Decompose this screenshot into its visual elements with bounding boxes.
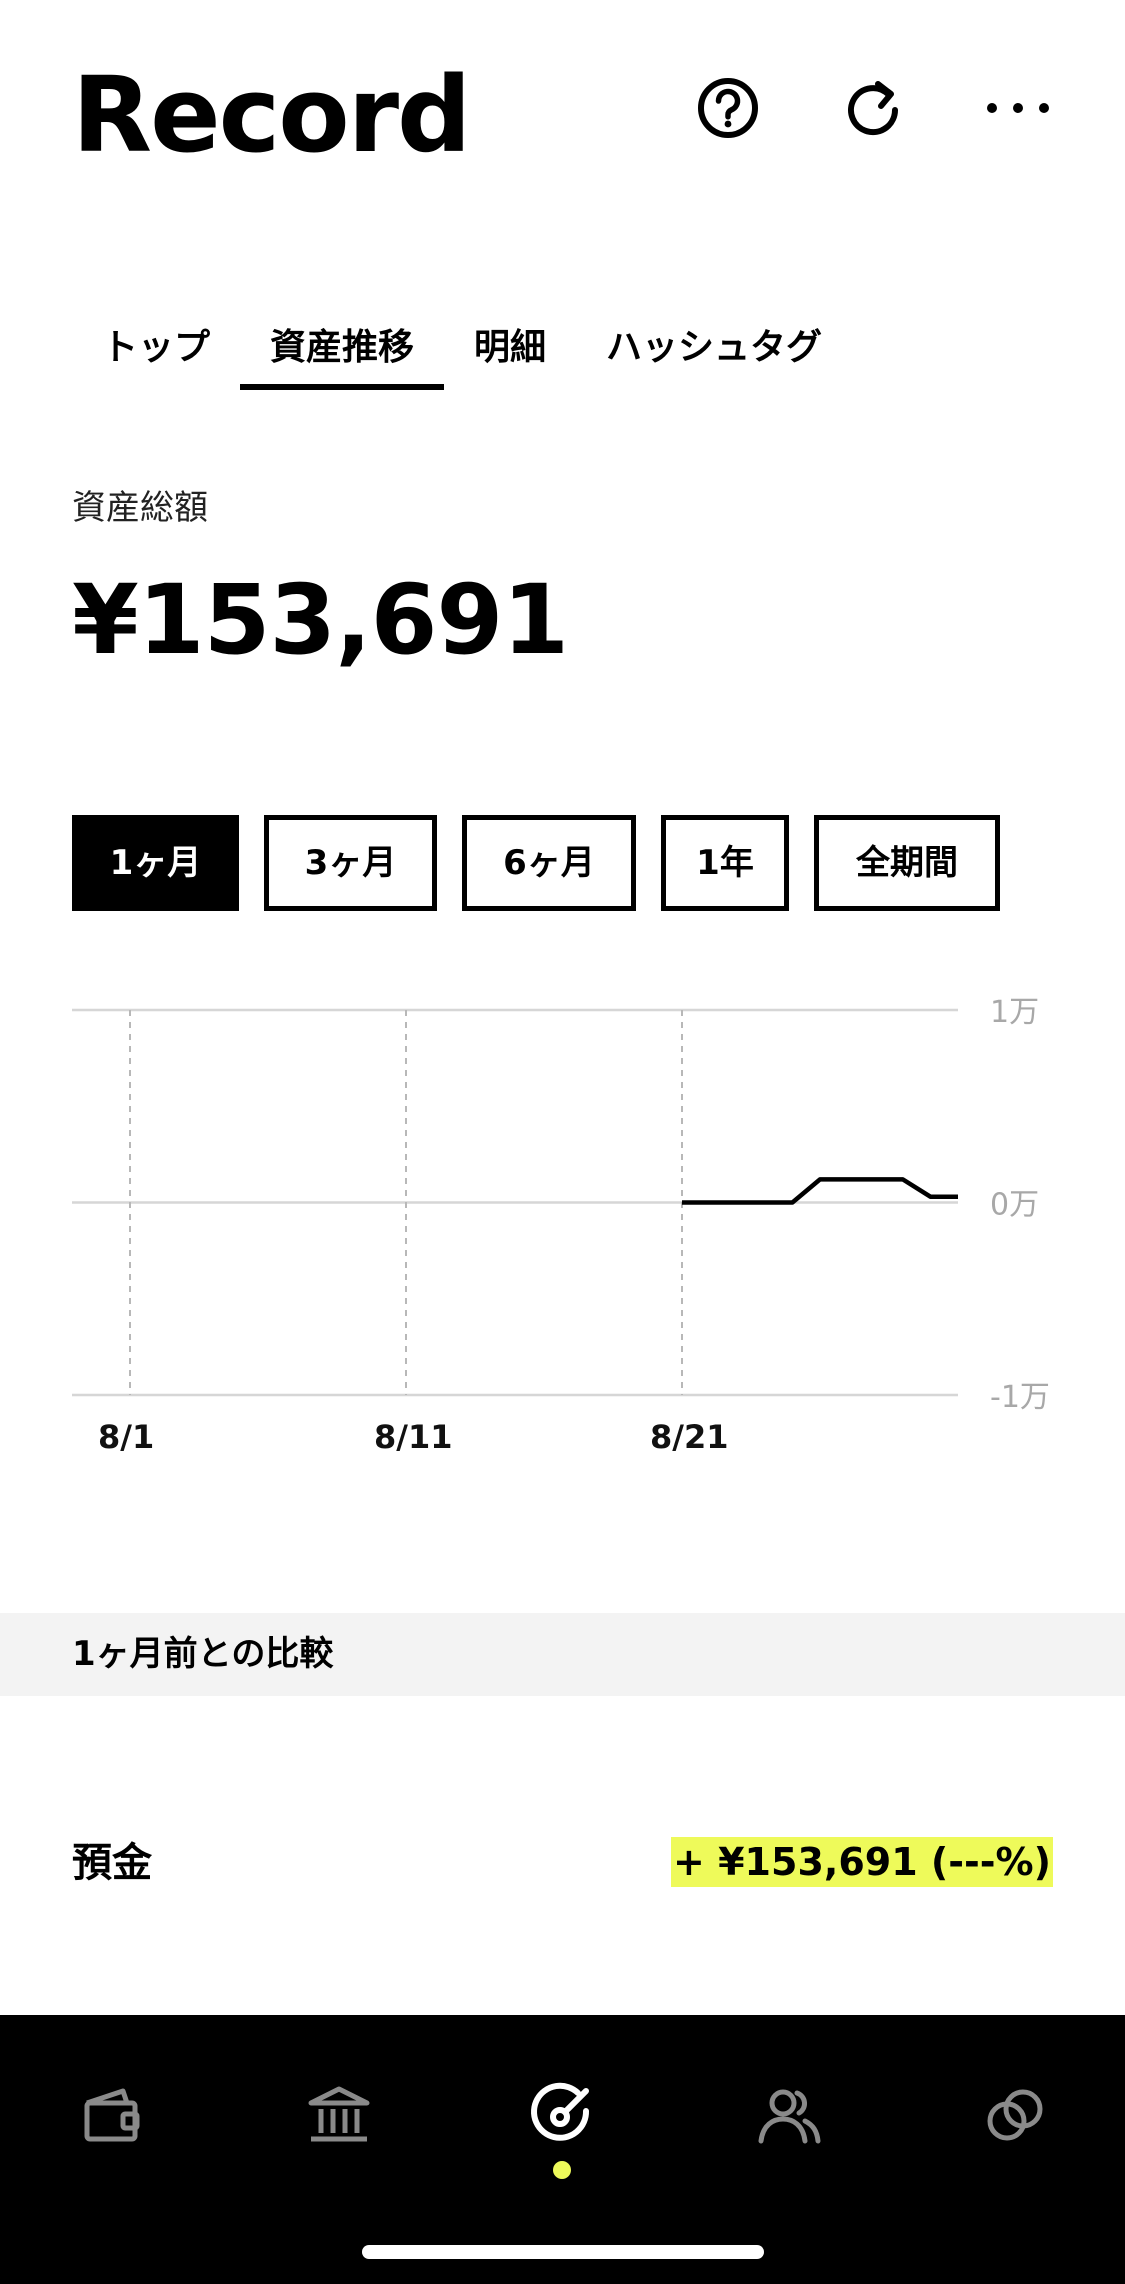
page-title: Record bbox=[72, 54, 471, 176]
y-tick-label: -1万 bbox=[990, 1380, 1050, 1415]
active-indicator-dot bbox=[553, 2161, 571, 2179]
x-tick-label: 8/1 bbox=[98, 1418, 154, 1456]
period-3month-button[interactable]: 3ヶ月 bbox=[264, 815, 437, 911]
tab-asset-history[interactable]: 資産推移 bbox=[240, 300, 445, 396]
home-indicator[interactable] bbox=[362, 2245, 764, 2259]
refresh-button[interactable] bbox=[837, 72, 909, 144]
nav-bank[interactable] bbox=[299, 2075, 379, 2155]
period-1month-button[interactable]: 1ヶ月 bbox=[72, 815, 239, 911]
total-assets-label: 資産総額 bbox=[72, 488, 208, 528]
comparison-title: 1ヶ月前との比較 bbox=[72, 1634, 334, 1674]
bottom-nav bbox=[0, 2015, 1125, 2284]
comparison-header: 1ヶ月前との比較 bbox=[0, 1613, 1125, 1696]
deposit-label: 預金 bbox=[72, 1840, 152, 1886]
series-line bbox=[682, 1177, 958, 1205]
y-tick-label: 1万 bbox=[990, 995, 1039, 1030]
tab-top[interactable]: トップ bbox=[72, 300, 240, 396]
refresh-icon bbox=[848, 81, 899, 136]
total-assets-value: ¥153,691 bbox=[72, 564, 569, 676]
period-6month-button[interactable]: 6ヶ月 bbox=[462, 815, 636, 911]
help-button[interactable] bbox=[692, 72, 764, 144]
header: Record bbox=[0, 0, 1125, 230]
x-tick-label: 8/11 bbox=[374, 1418, 452, 1456]
record-icon bbox=[531, 2082, 590, 2141]
help-icon bbox=[698, 78, 758, 138]
users-icon bbox=[758, 2089, 821, 2144]
period-1year-button[interactable]: 1年 bbox=[661, 815, 789, 911]
deposit-change-value: + ¥153,691 (---%) bbox=[671, 1837, 1053, 1887]
tab-bar: トップ 資産推移 明細 ハッシュタグ bbox=[72, 300, 852, 396]
link-icon bbox=[987, 2089, 1043, 2141]
wallet-icon bbox=[84, 2088, 140, 2142]
nav-record[interactable] bbox=[522, 2075, 602, 2155]
more-button[interactable] bbox=[982, 72, 1054, 144]
tab-statement[interactable]: 明細 bbox=[444, 300, 576, 396]
nav-users[interactable] bbox=[749, 2075, 829, 2155]
bank-icon bbox=[308, 2086, 370, 2142]
asset-history-chart: 1万 0万 -1万 8/1 8/11 8/21 bbox=[72, 995, 1050, 1456]
period-selector: 1ヶ月 3ヶ月 6ヶ月 1年 全期間 bbox=[72, 815, 1000, 911]
nav-wallet[interactable] bbox=[73, 2075, 153, 2155]
tab-hashtag[interactable]: ハッシュタグ bbox=[576, 300, 852, 396]
y-tick-label: 0万 bbox=[990, 1188, 1039, 1223]
period-all-button[interactable]: 全期間 bbox=[814, 815, 1000, 911]
nav-link[interactable] bbox=[975, 2075, 1055, 2155]
more-icon bbox=[987, 103, 1049, 113]
x-tick-label: 8/21 bbox=[650, 1418, 728, 1456]
